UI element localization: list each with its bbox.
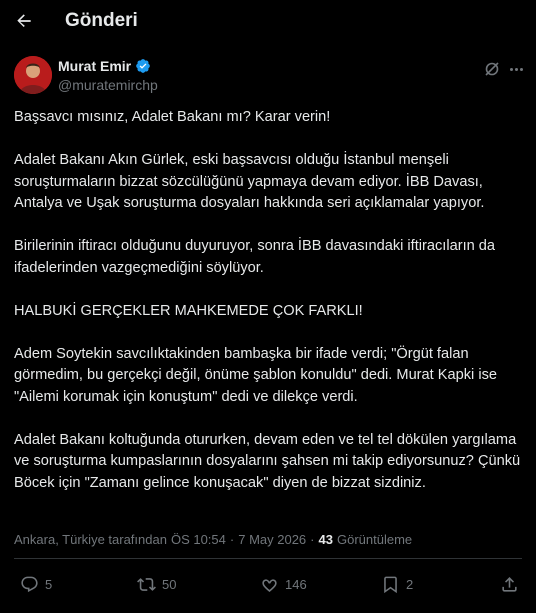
bookmark-count: 2 [406, 577, 414, 592]
verified-badge-icon [135, 58, 151, 74]
bookmark-icon [384, 576, 397, 594]
views-count[interactable]: 43 [319, 532, 333, 547]
repost-icon [137, 578, 156, 591]
like-button[interactable]: 146 [260, 575, 307, 594]
meta-separator: · [310, 532, 315, 547]
avatar[interactable] [14, 56, 52, 94]
post-date[interactable]: 7 May 2026 [238, 532, 306, 547]
views-label: Görüntüleme [336, 532, 413, 547]
post-location: Ankara, Türkiye tarafından [14, 532, 167, 547]
post-text: Başsavcı mısınız, Adalet Bakanı mı? Kara… [14, 107, 524, 494]
more-options-icon[interactable] [506, 59, 526, 79]
heart-icon [262, 579, 277, 593]
post-paragraph: Adalet Bakanı koltuğunda otururken, deva… [14, 431, 521, 491]
action-bar: 5 50 146 2 [0, 568, 536, 602]
grok-icon[interactable] [482, 59, 502, 79]
post-paragraph: HALBUKİ GERÇEKLER MAHKEMEDE ÇOK FARKLI! [14, 302, 363, 319]
post-time[interactable]: ÖS 10:54 [171, 532, 226, 547]
divider [14, 558, 522, 559]
post-paragraph: Adalet Bakanı Akın Gürlek, eski başsavcı… [14, 152, 485, 211]
page-title: Gönderi [65, 10, 138, 31]
like-count: 146 [285, 577, 307, 592]
meta-separator: · [229, 532, 235, 547]
bookmark-button[interactable]: 2 [381, 575, 413, 594]
author-handle[interactable]: @muratemirchp [58, 77, 158, 93]
post-paragraph: Başsavcı mısınız, Adalet Bakanı mı? Kara… [14, 109, 331, 125]
repost-count: 50 [162, 577, 177, 592]
post-paragraph: Birilerinin iftiracı olduğunu duyuruyor,… [14, 238, 496, 276]
share-icon [502, 577, 517, 592]
share-button[interactable] [500, 575, 519, 594]
post-meta: Ankara, Türkiye tarafından ÖS 10:54 · 7 … [14, 532, 412, 547]
author-name-row: Murat Emir [58, 58, 151, 74]
reply-count: 5 [45, 577, 53, 592]
back-arrow-icon[interactable] [12, 9, 36, 33]
post-author: Murat Emir @muratemirchp [14, 56, 524, 100]
author-name[interactable]: Murat Emir [58, 58, 131, 74]
reply-button[interactable]: 5 [20, 575, 52, 594]
reply-icon [21, 576, 38, 593]
post-paragraph: Adem Soytekin savcılıktakinden bambaşka … [14, 345, 497, 405]
repost-button[interactable]: 50 [137, 575, 176, 594]
top-bar: Gönderi [0, 0, 536, 44]
